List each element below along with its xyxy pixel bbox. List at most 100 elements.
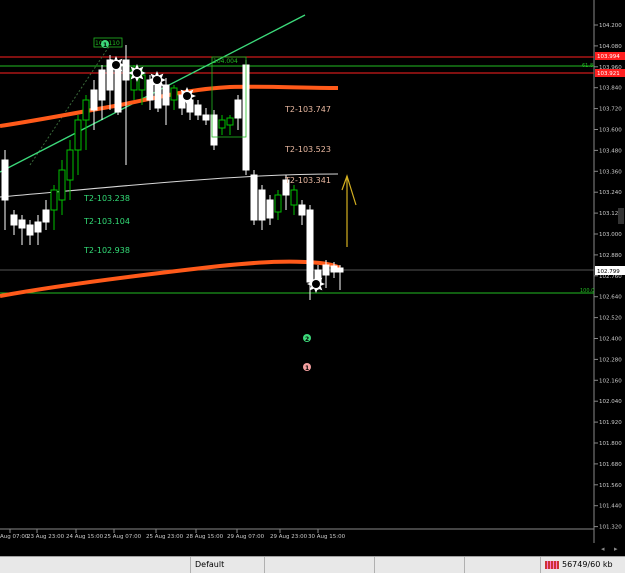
candle-body [154,84,162,109]
price-tick-label: 101.680 [599,462,622,468]
price-chart[interactable]: 104.200104.080103.960103.840103.720103.6… [0,0,625,543]
candle-body [122,59,130,81]
target-tan-2: T2-103.523 [284,145,331,154]
candle-body [170,87,178,101]
time-tick-label: 30 Aug 15:00 [308,534,346,540]
box-label-2: 104.004 [213,58,238,65]
orange-moving-average-lower [0,259,341,298]
candle-body [26,224,34,236]
candle-body [250,174,258,221]
status-cell-empty-2 [374,557,464,573]
candle-body [218,119,226,129]
candle-body [18,219,26,229]
price-tick-label: 104.200 [599,23,622,29]
candle-body [330,265,338,273]
candle-body [58,169,66,201]
candle-body [10,214,18,226]
traffic-label: 56749/60 kb [562,560,613,569]
price-tick-label: 103.240 [599,190,622,196]
candle-body [1,159,9,201]
candle-body [266,199,274,219]
time-tick-label: 24 Aug 15:00 [66,534,104,540]
target-green-2: T2-103.104 [83,217,130,226]
target-tan-3: T2-103.341 [284,176,331,185]
fractal-star-icon [148,71,166,89]
target-green-3: T2-102.938 [83,246,130,255]
scroll-left-icon[interactable]: ◂ [601,545,605,553]
fractal-star-icon [178,87,196,105]
candle-body [82,99,90,121]
status-cell-empty-3 [464,557,540,573]
marker-2-label: 2 [305,336,309,343]
candle-body [226,117,234,126]
price-tick-label: 102.040 [599,399,622,405]
candle-body [34,221,42,233]
time-tick-label: 23 Aug 23:00 [27,534,65,540]
price-tag-red-1-text: 103.994 [597,54,620,60]
time-tick-label: 28 Aug 15:00 [186,534,224,540]
marker-1-top-label: 1 [103,42,107,49]
price-tick-label: 102.160 [599,378,622,384]
price-tick-label: 101.800 [599,441,622,447]
price-tick-label: 103.720 [599,107,622,113]
candle-body [50,189,58,211]
candle-body [202,114,210,121]
fractal-star-icon [107,56,125,74]
time-tick-label: Aug 07:00 [0,534,29,540]
price-tick-label: 104.080 [599,44,622,50]
marker-1-pink-label: 1 [305,365,309,372]
price-tick-label: 101.320 [599,525,622,531]
candle-body [234,99,242,119]
candle-body [322,264,330,276]
yellow-arrow-head [341,174,357,206]
price-tick-label: 103.480 [599,148,622,154]
candle-body [66,149,74,181]
candle-body [290,189,298,206]
fib-label-100: 100.0 [580,288,594,294]
price-tick-label: 102.640 [599,295,622,301]
candle-body [74,119,82,151]
candle-body [298,204,306,216]
price-tag-red-2-text: 103.921 [597,71,620,77]
price-tick-label: 103.600 [599,128,622,134]
price-tick-label: 102.880 [599,253,622,259]
fractal-star-icon [128,64,146,82]
target-green-1: T2-103.238 [83,194,130,203]
candle-body [258,189,266,221]
connection-bars-icon [545,560,559,569]
time-tick-label: 29 Aug 07:00 [227,534,265,540]
candle-body [274,194,282,213]
price-tick-label: 103.360 [599,169,622,175]
candle-body [98,69,106,101]
price-tick-label: 103.840 [599,86,622,92]
scroll-marker[interactable] [618,208,624,224]
price-tick-label: 102.280 [599,357,622,363]
candle-body [162,84,170,106]
profile-name[interactable]: Default [190,557,264,573]
fractal-star-icon [307,275,325,293]
candle-body [306,209,314,283]
price-tick-label: 102.520 [599,316,622,322]
price-tick-label: 102.400 [599,337,622,343]
time-tick-label: 29 Aug 23:00 [270,534,308,540]
connection-status[interactable]: 56749/60 kb [540,557,625,573]
price-tick-label: 101.920 [599,420,622,426]
status-cell-empty-1 [264,557,374,573]
scroll-right-icon[interactable]: ▸ [614,545,618,553]
current-price-tag-text: 102.799 [597,269,620,275]
fib-label-61-8: 61.8 [582,63,593,69]
target-tan-1: T2-103.747 [284,105,331,114]
price-axis: 104.200104.080103.960103.840103.720103.6… [594,23,622,531]
price-tick-label: 101.560 [599,483,622,489]
candle-body [90,89,98,111]
time-tick-label: 25 Aug 23:00 [146,534,184,540]
candle-body [42,209,50,223]
status-bar: Default 56749/60 kb [0,556,625,573]
candle-body [194,104,202,116]
chart-scroll-area[interactable]: ◂ ▸ [0,543,625,556]
candle-body [336,267,344,273]
price-tick-label: 103.000 [599,232,622,238]
time-axis: Aug 07:0023 Aug 23:00 24 Aug 15:00 25 Aug … [0,529,346,540]
price-tick-label: 101.440 [599,504,622,510]
time-tick-label: 25 Aug 07:00 [104,534,142,540]
